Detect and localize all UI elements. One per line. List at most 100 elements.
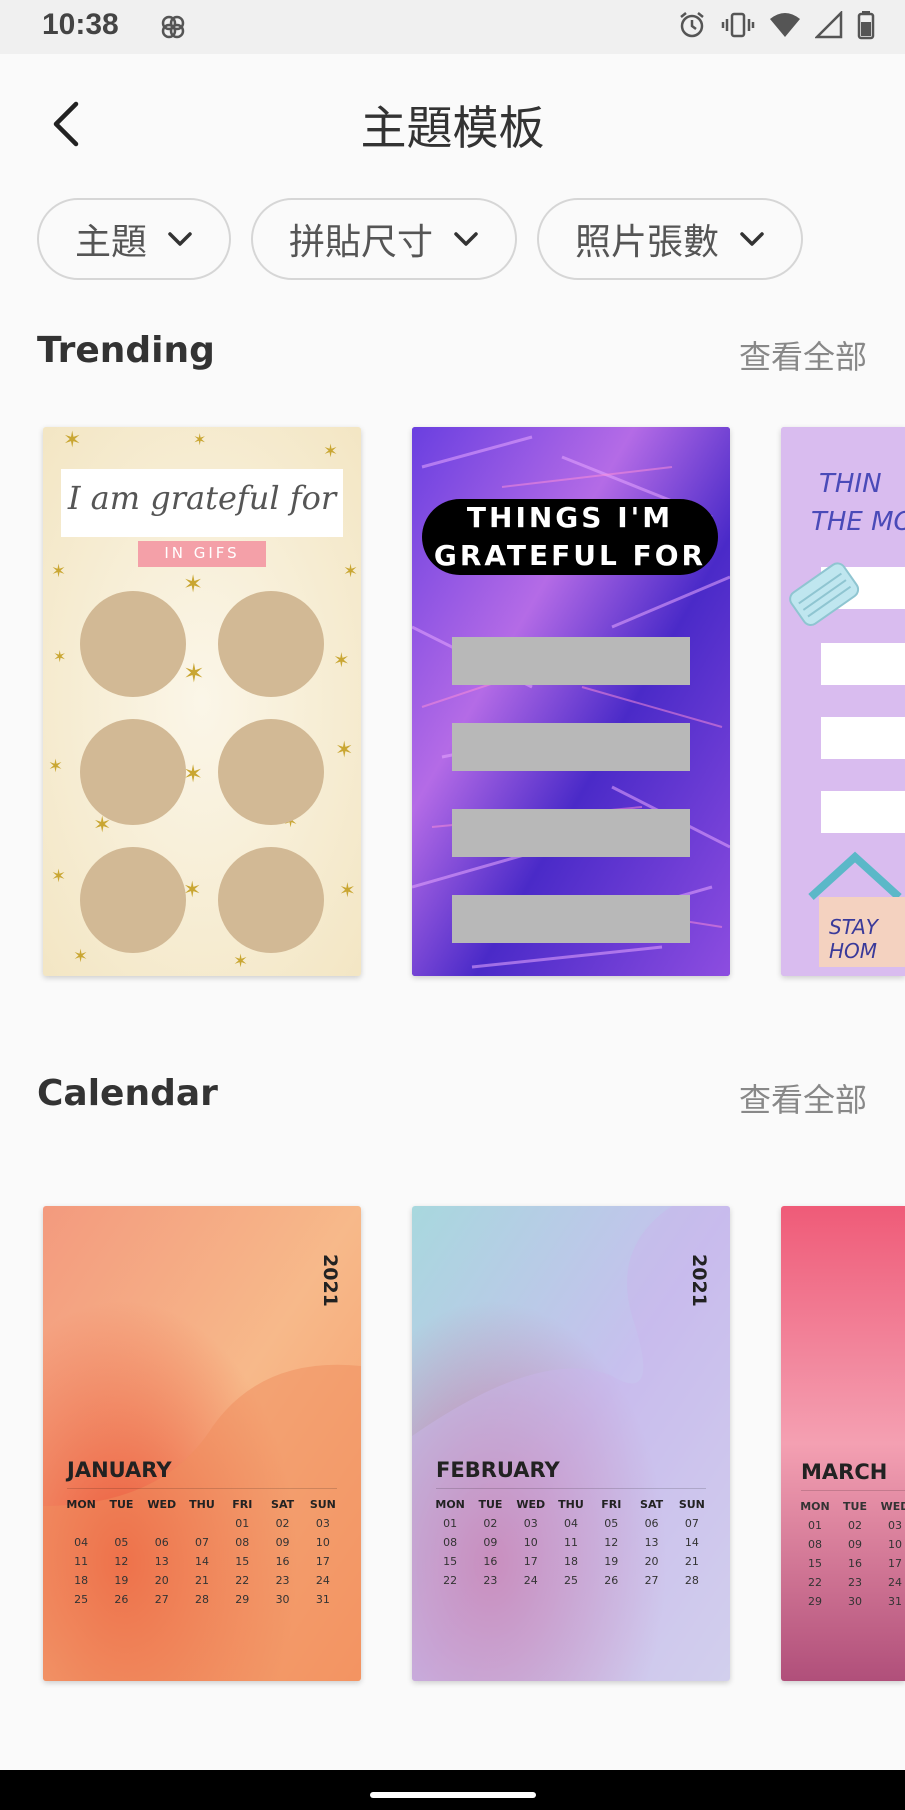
calendar-day: [101, 1517, 141, 1530]
calendar-weekday: MON: [435, 1498, 465, 1511]
calendar-day: 12: [114, 1555, 129, 1568]
status-time: 10:38: [42, 8, 119, 41]
system-navigation-bar: [0, 1770, 905, 1810]
calendar-day: 22: [443, 1574, 458, 1587]
signal-icon: [815, 11, 843, 39]
svg-text:✶: ✶: [53, 647, 66, 666]
calendar-day: 23: [275, 1574, 290, 1587]
calendar-day: [61, 1517, 101, 1530]
app-notification-icon: [161, 15, 185, 39]
template-heading-text: THIN: [819, 469, 882, 499]
calendar-day: 06: [154, 1536, 169, 1549]
calendar-weekday: MON: [66, 1498, 96, 1511]
calendar-see-all-link[interactable]: 查看全部: [739, 1075, 867, 1121]
calendar-day: 02: [275, 1517, 290, 1530]
calendar-weekday: FRI: [601, 1498, 622, 1511]
calendar-day: 22: [235, 1574, 250, 1587]
home-gesture-handle[interactable]: [370, 1792, 536, 1798]
trending-see-all-link[interactable]: 查看全部: [739, 332, 867, 378]
template-card-things-grateful[interactable]: THINGS I'M GRATEFUL FOR: [412, 427, 730, 976]
calendar-grid: MON TUE WED THU FRI SAT SUN 01 02 03 04 05 06 07 08 09 1…: [430, 1498, 712, 1587]
calendar-weekday: SAT: [640, 1498, 664, 1511]
calendar-day: 26: [604, 1574, 619, 1587]
svg-text:✶: ✶: [335, 738, 353, 763]
template-heading-text: I am grateful for: [67, 479, 337, 517]
template-preview-march-gradient: [781, 1206, 905, 1681]
chevron-down-icon: [740, 232, 764, 246]
calendar-day: 08: [235, 1536, 250, 1549]
calendar-day: 13: [644, 1536, 659, 1549]
calendar-day: 27: [154, 1593, 169, 1606]
calendar-weekday: THU: [558, 1498, 584, 1511]
filter-photo-count-dropdown[interactable]: 照片張數: [537, 198, 804, 280]
battery-icon: [857, 11, 875, 40]
svg-text:✶: ✶: [343, 561, 358, 582]
calendar-day: 24: [523, 1574, 538, 1587]
calendar-day: 29: [235, 1593, 250, 1606]
svg-text:✶: ✶: [183, 570, 203, 598]
calendar-section-title: Calendar: [37, 1073, 218, 1114]
calendar-day: 27: [644, 1574, 659, 1587]
calendar-year: 2021: [688, 1254, 710, 1307]
calendar-day: 16: [275, 1555, 290, 1568]
calendar-weekday: TUE: [478, 1498, 503, 1511]
template-sticker-text: STAY HOM: [829, 915, 878, 963]
chevron-down-icon: [454, 232, 478, 246]
svg-text:✶: ✶: [183, 760, 203, 788]
template-card-calendar-february[interactable]: 2021 FEBRUARY MON TUE WED THU FRI SAT SUN 01 02 0…: [412, 1206, 730, 1681]
calendar-day: 14: [684, 1536, 699, 1549]
svg-text:✶: ✶: [333, 648, 350, 672]
filter-collage-size-dropdown[interactable]: 拼貼尺寸: [251, 198, 518, 280]
calendar-day: 04: [74, 1536, 89, 1549]
calendar-day: [182, 1517, 222, 1530]
template-card-grateful-gifs[interactable]: ✶ ✶ ✶ ✶ ✶ ✶ ✶ ✶ ✶ ✶ ✶ ✶ ✶ ✶ ✶ ✶ ✶ ✶ ✶ I am grateful …: [43, 427, 361, 976]
calendar-day: 21: [194, 1574, 209, 1587]
calendar-weekday: WED: [147, 1498, 177, 1511]
calendar-day: 14: [194, 1555, 209, 1568]
calendar-year: 2021: [319, 1254, 341, 1307]
calendar-day: 07: [684, 1517, 699, 1530]
calendar-day: 20: [644, 1555, 659, 1568]
calendar-day: 18: [563, 1555, 578, 1568]
template-card-calendar-january[interactable]: 2021 JANUARY MON TUE WED THU FRI SAT SUN 01 02 03…: [43, 1206, 361, 1681]
filter-theme-dropdown[interactable]: 主題: [37, 198, 232, 280]
calendar-day: 20: [154, 1574, 169, 1587]
svg-text:✶: ✶: [233, 951, 248, 972]
calendar-day: 13: [154, 1555, 169, 1568]
calendar-day: 19: [604, 1555, 619, 1568]
calendar-day: 31: [315, 1593, 330, 1606]
calendar-day: 09: [848, 1538, 862, 1551]
calendar-day: 10: [888, 1538, 902, 1551]
calendar-day: 01: [808, 1519, 822, 1532]
calendar-day: 22: [808, 1576, 822, 1589]
template-subheading-text: THE MO: [811, 507, 905, 537]
calendar-day: 15: [443, 1555, 458, 1568]
template-card-calendar-march[interactable]: MARCH MON TUE WED 01 02 03 08 09 10 15 16 17 22 23 24 2…: [781, 1206, 905, 1681]
calendar-month: FEBRUARY: [436, 1458, 560, 1482]
calendar-day: 17: [523, 1555, 538, 1568]
calendar-day: 09: [275, 1536, 290, 1549]
calendar-day: 24: [888, 1576, 902, 1589]
calendar-day: 24: [315, 1574, 330, 1587]
calendar-day: 03: [315, 1517, 330, 1530]
calendar-day: 05: [114, 1536, 129, 1549]
calendar-day: 08: [808, 1538, 822, 1551]
calendar-day: 07: [194, 1536, 209, 1549]
calendar-divider: [67, 1488, 337, 1489]
calendar-day: 01: [235, 1517, 250, 1530]
page-title: 主題模板: [360, 101, 545, 155]
calendar-day: 08: [443, 1536, 458, 1549]
calendar-day: 19: [114, 1574, 129, 1587]
calendar-day: 16: [848, 1557, 862, 1570]
calendar-day: 04: [563, 1517, 578, 1530]
filter-label: 照片張數: [575, 222, 720, 263]
template-card-things-month[interactable]: THIN THE MO STAY HOM: [781, 427, 905, 976]
calendar-divider: [801, 1490, 905, 1491]
svg-text:✶: ✶: [193, 430, 206, 449]
svg-text:✶: ✶: [339, 878, 356, 902]
calendar-day: 30: [275, 1593, 290, 1606]
calendar-weekday: SAT: [271, 1498, 295, 1511]
svg-text:✶: ✶: [51, 866, 66, 887]
svg-text:✶: ✶: [48, 756, 63, 777]
status-icons: [677, 10, 875, 40]
